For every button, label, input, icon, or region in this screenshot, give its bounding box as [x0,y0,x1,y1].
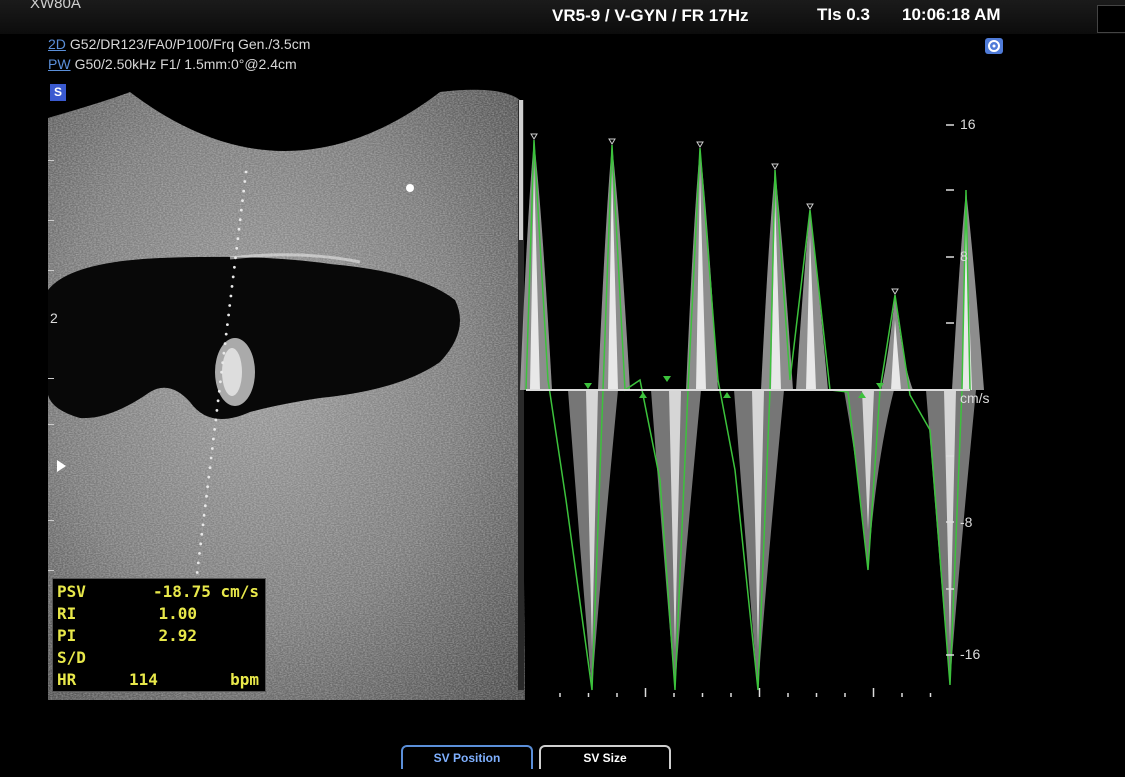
psv-value: -18.75 cm/s [153,582,259,601]
scale-label-16: 16 [960,116,976,132]
ri-value: 1.00 [158,604,197,623]
pi-value: 2.92 [158,626,197,645]
pi-label: PI [57,626,77,645]
psv-label: PSV [57,582,86,601]
hr-label: HR [57,670,77,689]
ri-row: RI 1.00 [57,604,263,626]
pi-row: PI 2.92 [57,626,263,648]
sv-size-button[interactable]: SV Size [539,745,671,769]
scale-label-neg8: -8 [960,514,973,530]
hr-value: 114 [129,670,158,689]
sd-row: S/D [57,648,263,670]
sd-label: S/D [57,648,86,667]
measurement-panel: PSV -18.75 cm/s RI 1.00 PI 2.92 S/D HR 1… [52,578,266,692]
ri-label: RI [57,604,77,623]
scale-label-neg16: -16 [960,646,981,662]
psv-row: PSV -18.75 cm/s [57,582,263,604]
hr-row: HR 114 bpm [57,670,263,692]
scale-unit-label: cm/s [960,390,990,406]
hr-unit: bpm [230,670,259,689]
ultrasound-screen: XW80A VR5-9 / V-GYN / FR 17Hz TIs 0.3 10… [0,0,1125,777]
sv-position-button[interactable]: SV Position [401,745,533,769]
scale-label-8: 8 [960,248,968,264]
